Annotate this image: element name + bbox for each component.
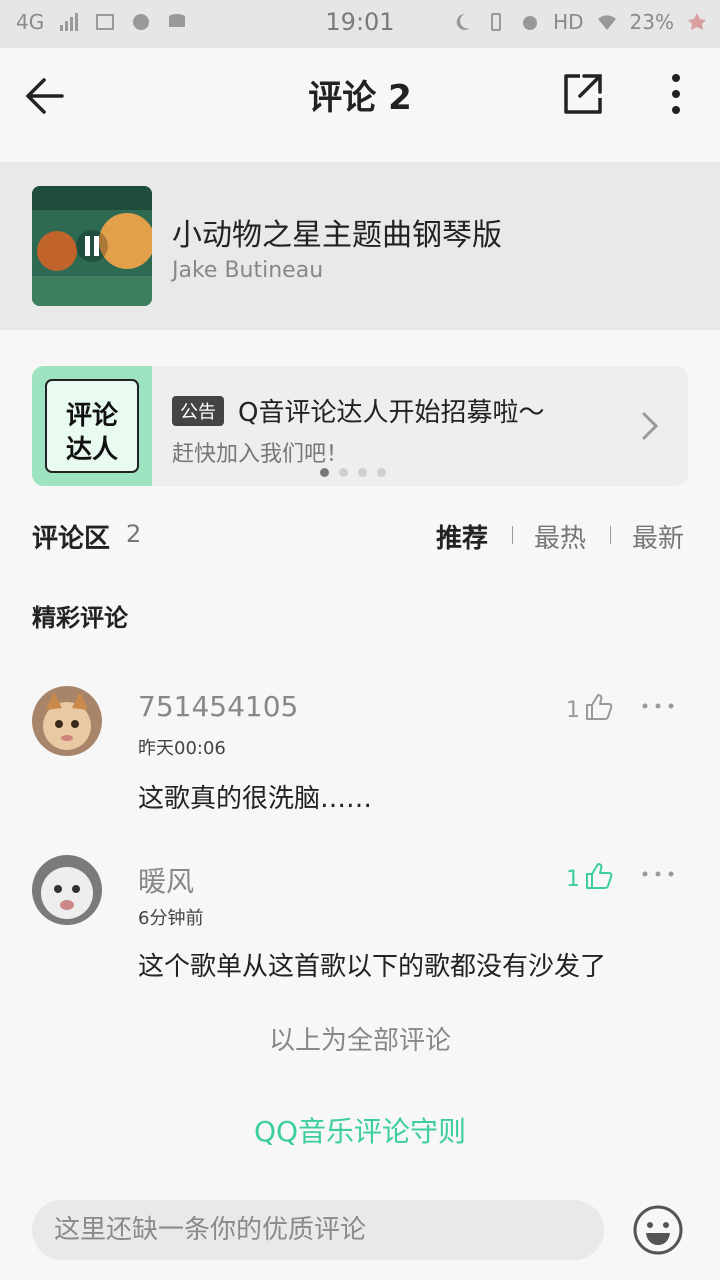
comment-text: 这个歌单从这首歌以下的歌都没有沙发了 (138, 952, 607, 982)
like-count: 1 (566, 698, 580, 723)
announcement-banner[interactable]: 评论 达人 公告 Q音评论达人开始招募啦～ 赶快加入我们吧！ (32, 366, 688, 486)
comment-area-title: 评论区 (32, 524, 111, 554)
thumbs-up-icon[interactable] (584, 692, 614, 722)
comment-rules-link[interactable]: QQ音乐评论守则 (0, 1110, 720, 1150)
sort-divider (610, 526, 611, 544)
featured-comments-label: 精彩评论 (32, 604, 128, 632)
top-nav-bar: 评论 2 (0, 48, 720, 162)
sort-recommended[interactable]: 推荐 (436, 518, 488, 555)
share-icon[interactable] (558, 70, 606, 118)
comment-username[interactable]: 751454105 (138, 690, 298, 723)
sort-newest[interactable]: 最新 (632, 518, 684, 555)
song-card[interactable]: 小动物之星主题曲钢琴版 Jake Butineau (0, 162, 720, 330)
comment-time: 昨天00:06 (138, 738, 226, 759)
alarm-icon (523, 16, 538, 30)
more-horizontal-icon[interactable] (640, 868, 676, 880)
comment-input[interactable] (32, 1200, 604, 1260)
sort-divider (512, 526, 513, 544)
announcement-title: Q音评论达人开始招募啦～ (238, 398, 545, 428)
cat-avatar-icon (32, 855, 102, 925)
battery-label: 23% (629, 10, 674, 34)
moon-icon (456, 13, 471, 30)
avatar[interactable] (32, 686, 102, 756)
page-title: 评论 2 (308, 78, 412, 118)
thumbs-up-icon[interactable] (584, 861, 614, 891)
end-of-comments-text: 以上为全部评论 (268, 1026, 451, 1056)
status-bar: 4G 19:01 HD 23% (0, 0, 720, 48)
vibrate-icon (491, 13, 502, 31)
carousel-dot (339, 468, 348, 477)
emoji-icon[interactable] (632, 1204, 684, 1256)
notification-icon (688, 13, 706, 30)
svg-text:评论: 评论 (66, 401, 119, 431)
announcement-image: 评论 达人 (32, 366, 152, 486)
hd-label: HD (553, 10, 584, 34)
comment-username[interactable]: 暖风 (138, 860, 194, 900)
like-count: 1 (566, 867, 580, 892)
more-horizontal-icon[interactable] (640, 700, 676, 712)
sort-hottest[interactable]: 最热 (534, 518, 586, 555)
more-vertical-icon[interactable] (656, 70, 696, 118)
comment-text: 这歌真的很洗脑…… (138, 784, 373, 814)
announcement-subtitle: 赶快加入我们吧！ (172, 442, 349, 467)
carousel-dot (358, 468, 367, 477)
cat-avatar-icon (32, 686, 102, 756)
song-title: 小动物之星主题曲钢琴版 (172, 218, 502, 253)
carousel-dot (320, 468, 329, 477)
comment-time: 6分钟前 (138, 908, 204, 929)
comment-area-count: 2 (126, 520, 142, 548)
song-artist: Jake Butineau (172, 258, 324, 283)
album-cover[interactable] (32, 186, 152, 306)
comment-expert-badge-icon: 评论 达人 (32, 366, 152, 486)
carousel-indicator (320, 468, 386, 477)
album-art-icon (32, 186, 152, 306)
status-right: HD 23% (451, 10, 708, 34)
wifi-icon (597, 15, 616, 30)
chevron-right-icon[interactable] (638, 410, 662, 442)
carousel-dot (377, 468, 386, 477)
svg-text:达人: 达人 (66, 435, 118, 465)
avatar[interactable] (32, 855, 102, 925)
announcement-tag: 公告 (172, 396, 224, 426)
